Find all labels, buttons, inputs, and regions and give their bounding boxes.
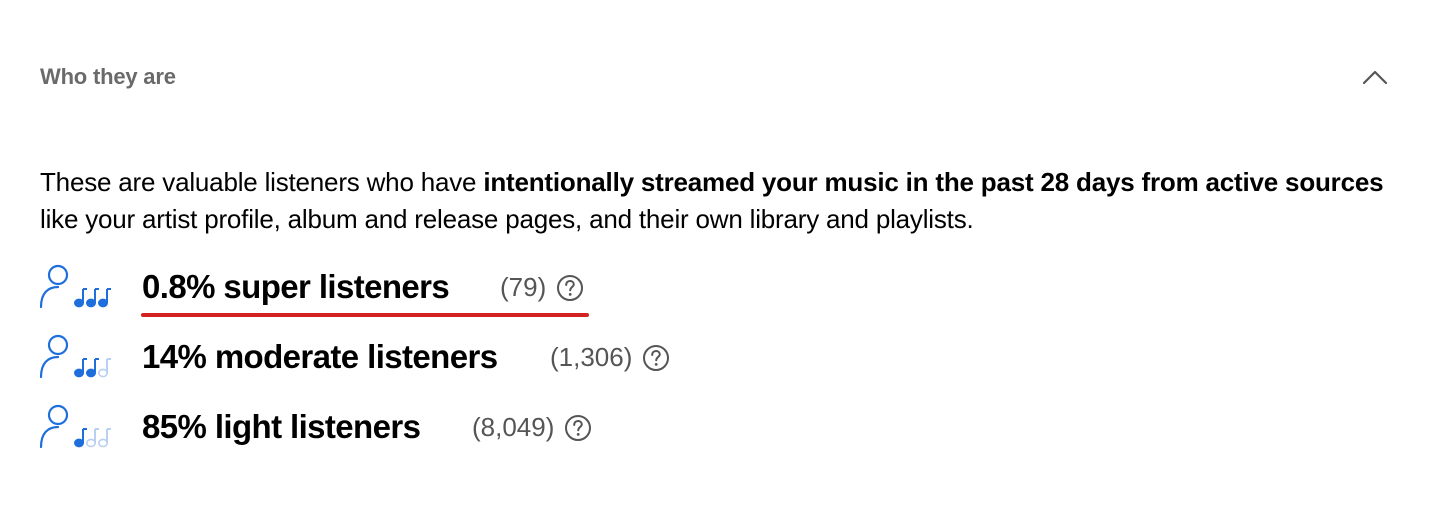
tier-label: 14% moderate listeners: [142, 338, 498, 375]
help-icon[interactable]: [642, 344, 670, 372]
help-icon[interactable]: [556, 274, 584, 302]
listener-tier-super: 0.8% super listeners (79): [38, 262, 938, 316]
super-listener-icon: [39, 264, 111, 309]
tier-label: 0.8% super listeners: [142, 268, 450, 305]
tier-count: (79): [500, 272, 547, 302]
music-note-icon: [73, 298, 84, 308]
tier-count: (1,306): [550, 342, 633, 372]
music-note-icon: [97, 298, 108, 308]
music-note-icon: [85, 368, 96, 378]
tier-count: (8,049): [472, 412, 555, 442]
music-note-icon: [97, 368, 108, 378]
music-note-icon: [73, 438, 84, 448]
section-title: Who they are: [40, 64, 176, 89]
moderate-listener-icon: [39, 334, 111, 379]
description-tail: like your artist profile, album and rele…: [40, 204, 974, 234]
section-header[interactable]: Who they are: [40, 58, 1400, 98]
collapse-toggle-button[interactable]: [1360, 62, 1390, 92]
description-emphasis: intentionally streamed your music in the…: [483, 167, 1384, 197]
help-icon[interactable]: [564, 414, 592, 442]
listener-tier-moderate: 14% moderate listeners (1,306): [38, 332, 938, 386]
tier-label: 85% light listeners: [142, 408, 421, 445]
music-note-icon: [73, 368, 84, 378]
light-listener-icon: [39, 404, 111, 449]
listener-tier-light: 85% light listeners (8,049): [38, 402, 938, 456]
description-text: These are valuable listeners who have in…: [40, 164, 1420, 238]
highlight-underline: [141, 313, 589, 317]
description-lead: These are valuable listeners who have: [40, 167, 484, 197]
music-note-icon: [85, 438, 96, 448]
music-note-icon: [97, 438, 108, 448]
music-note-icon: [85, 298, 96, 308]
chevron-up-icon: [1362, 70, 1388, 85]
tier-meta: (8,049): [472, 412, 592, 443]
tier-meta: (1,306): [550, 342, 670, 373]
tier-meta: (79): [500, 272, 584, 303]
